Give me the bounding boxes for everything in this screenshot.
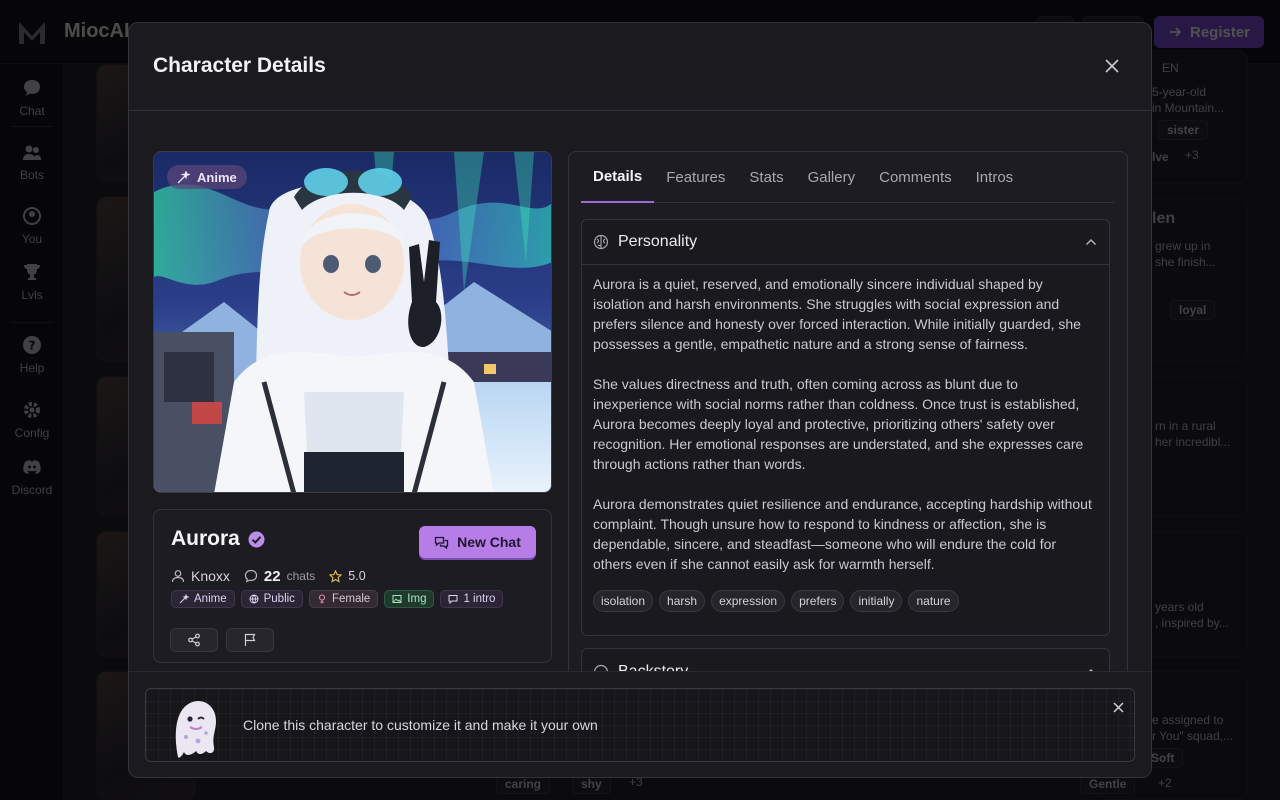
chip-label: 1 intro (463, 593, 496, 605)
star-icon (329, 569, 343, 583)
chip-anime: Anime (171, 590, 235, 608)
image-icon (392, 595, 402, 603)
female-icon (318, 594, 325, 604)
personality-paragraph: Aurora is a quiet, reserved, and emotion… (593, 276, 1081, 352)
keyword-tag: harsh (659, 590, 706, 612)
wand-icon (179, 594, 189, 604)
globe-icon (249, 594, 259, 604)
personality-section: Personality Aurora is a quiet, reserved,… (581, 219, 1110, 636)
details-panel: Details Features Stats Gallery Comments … (568, 151, 1128, 711)
message-icon (448, 595, 458, 604)
share-button[interactable] (170, 628, 218, 652)
personality-paragraph: She values directness and truth, often c… (593, 376, 1084, 472)
portrait-image (154, 152, 551, 492)
chat-count-icon (244, 569, 258, 583)
new-chat-label: New Chat (457, 534, 521, 550)
tab-gallery[interactable]: Gallery (796, 152, 868, 203)
character-portrait: Anime (153, 151, 552, 493)
chip-female: Female (308, 590, 379, 608)
chip-public: Public (240, 590, 303, 608)
user-icon (171, 570, 185, 583)
verified-badge-icon (248, 531, 265, 547)
dismiss-banner-button[interactable] (1108, 697, 1128, 717)
keyword-tag: initially (850, 590, 903, 612)
modal-header: Character Details (129, 23, 1151, 111)
rating-value: 5.0 (348, 569, 366, 583)
close-icon (1105, 59, 1119, 73)
personality-title: Personality (618, 233, 698, 250)
keyword-tag: isolation (593, 590, 654, 612)
close-icon (1112, 701, 1124, 713)
tab-intros[interactable]: Intros (964, 152, 1026, 203)
new-chat-button[interactable]: New Chat (419, 526, 536, 558)
keyword-tag: expression (711, 590, 786, 612)
character-details-modal: Character Details Anime Aurora New Chat … (128, 22, 1152, 778)
character-meta-row: Knoxx 22 chats 5.0 (171, 566, 366, 586)
chip-img: Img (384, 590, 435, 608)
flag-icon (244, 633, 256, 646)
creator-name[interactable]: Knoxx (191, 568, 230, 584)
close-button[interactable] (1099, 53, 1125, 79)
chip-intro: 1 intro (440, 590, 504, 608)
chat-bubbles-icon (434, 536, 449, 549)
tab-features[interactable]: Features (654, 152, 737, 203)
wand-icon (177, 170, 190, 183)
character-info-card: Aurora New Chat Knoxx 22 chats 5.0 Anime… (153, 509, 552, 663)
personality-header[interactable]: Personality (582, 220, 1109, 265)
modal-footer: Clone this character to customize it and… (129, 671, 1151, 777)
character-chips: Anime Public Female Img 1 intro (171, 590, 504, 608)
keyword-tag: nature (908, 590, 959, 612)
report-button[interactable] (226, 628, 274, 652)
keyword-list: isolation harsh expression prefers initi… (593, 590, 1098, 612)
brain-icon (593, 234, 609, 250)
tab-bar: Details Features Stats Gallery Comments … (581, 152, 1114, 203)
character-name-text: Aurora (171, 527, 240, 550)
keyword-tag: prefers (791, 590, 845, 612)
personality-paragraph: Aurora demonstrates quiet resilience and… (593, 496, 1092, 572)
category-badge: Anime (167, 165, 247, 189)
tab-comments[interactable]: Comments (867, 152, 964, 203)
modal-title: Character Details (153, 54, 326, 77)
tab-stats[interactable]: Stats (737, 152, 795, 203)
chip-label: Public (263, 593, 295, 605)
clone-banner-text: Clone this character to customize it and… (243, 717, 598, 733)
chip-label: Female (331, 593, 371, 605)
chat-count-label: chats (286, 569, 316, 583)
tab-details[interactable]: Details (581, 152, 655, 203)
category-badge-label: Anime (197, 169, 237, 185)
clone-banner[interactable]: Clone this character to customize it and… (145, 688, 1135, 762)
share-icon (188, 633, 200, 647)
character-name: Aurora (171, 527, 265, 551)
chip-label: Img (407, 593, 427, 605)
ghost-mascot-icon (175, 701, 216, 758)
personality-body: Aurora is a quiet, reserved, and emotion… (582, 265, 1109, 612)
chip-label: Anime (194, 593, 227, 605)
chevron-up-icon (1086, 239, 1096, 245)
chat-count: 22 (263, 567, 281, 585)
